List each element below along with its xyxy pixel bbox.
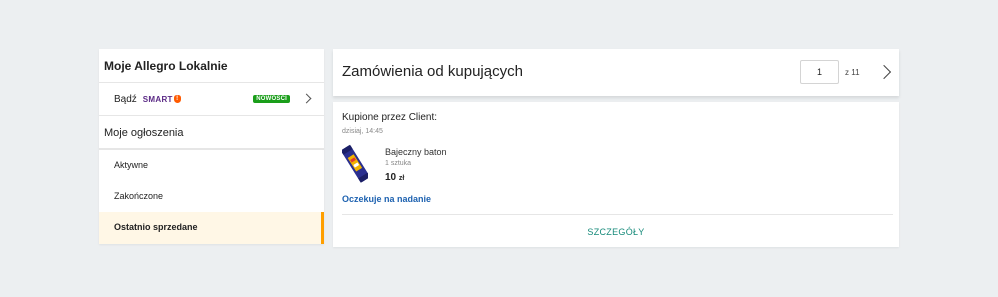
price-value: 10 bbox=[385, 172, 397, 183]
orders-header: Zamówienia od kupujących z 11 bbox=[333, 49, 899, 96]
product-quantity: 1 sztuka bbox=[385, 160, 412, 167]
sidebar-item-active[interactable]: Aktywne bbox=[99, 150, 324, 181]
price-currency: zł bbox=[398, 175, 405, 182]
page-title: Zamówienia od kupujących bbox=[342, 63, 523, 80]
sidebar-item-smart[interactable]: Bądź SMART ! NOWOŚCI bbox=[99, 83, 324, 116]
order-status-link[interactable]: Oczekuje na nadanie bbox=[342, 194, 431, 204]
product-price: 10 zł bbox=[385, 172, 404, 183]
divider bbox=[342, 214, 893, 215]
order-date: dzisiaj, 14:45 bbox=[342, 128, 383, 135]
sidebar-section-title: Moje ogłoszenia bbox=[99, 116, 324, 150]
sidebar-title: Moje Allegro Lokalnie bbox=[99, 49, 324, 83]
smart-logo-icon: ! bbox=[173, 95, 181, 103]
smart-logo-text: SMART bbox=[142, 94, 173, 104]
chevron-right-icon bbox=[301, 93, 312, 104]
sidebar: Moje Allegro Lokalnie Bądź SMART ! NOWOŚ… bbox=[99, 49, 324, 244]
product-thumbnail-image[interactable] bbox=[342, 143, 368, 185]
sidebar-item-finished[interactable]: Zakończone bbox=[99, 181, 324, 212]
buyer-line: Kupione przez Client: bbox=[342, 112, 438, 123]
new-badge: NOWOŚCI bbox=[253, 95, 290, 103]
order-card: Kupione przez Client: dzisiaj, 14:45 Baj… bbox=[333, 102, 899, 247]
smart-logo: SMART ! bbox=[143, 95, 181, 104]
smart-prefix: Bądź bbox=[114, 93, 137, 105]
next-page-chevron-icon[interactable] bbox=[876, 64, 892, 80]
sidebar-item-recently-sold[interactable]: Ostatnio sprzedane bbox=[99, 212, 324, 244]
page-number-input[interactable] bbox=[800, 60, 839, 84]
product-name[interactable]: Bajeczny baton bbox=[385, 147, 447, 157]
details-button[interactable]: SZCZEGÓŁY bbox=[333, 227, 899, 237]
page-total: z 11 bbox=[845, 68, 860, 77]
